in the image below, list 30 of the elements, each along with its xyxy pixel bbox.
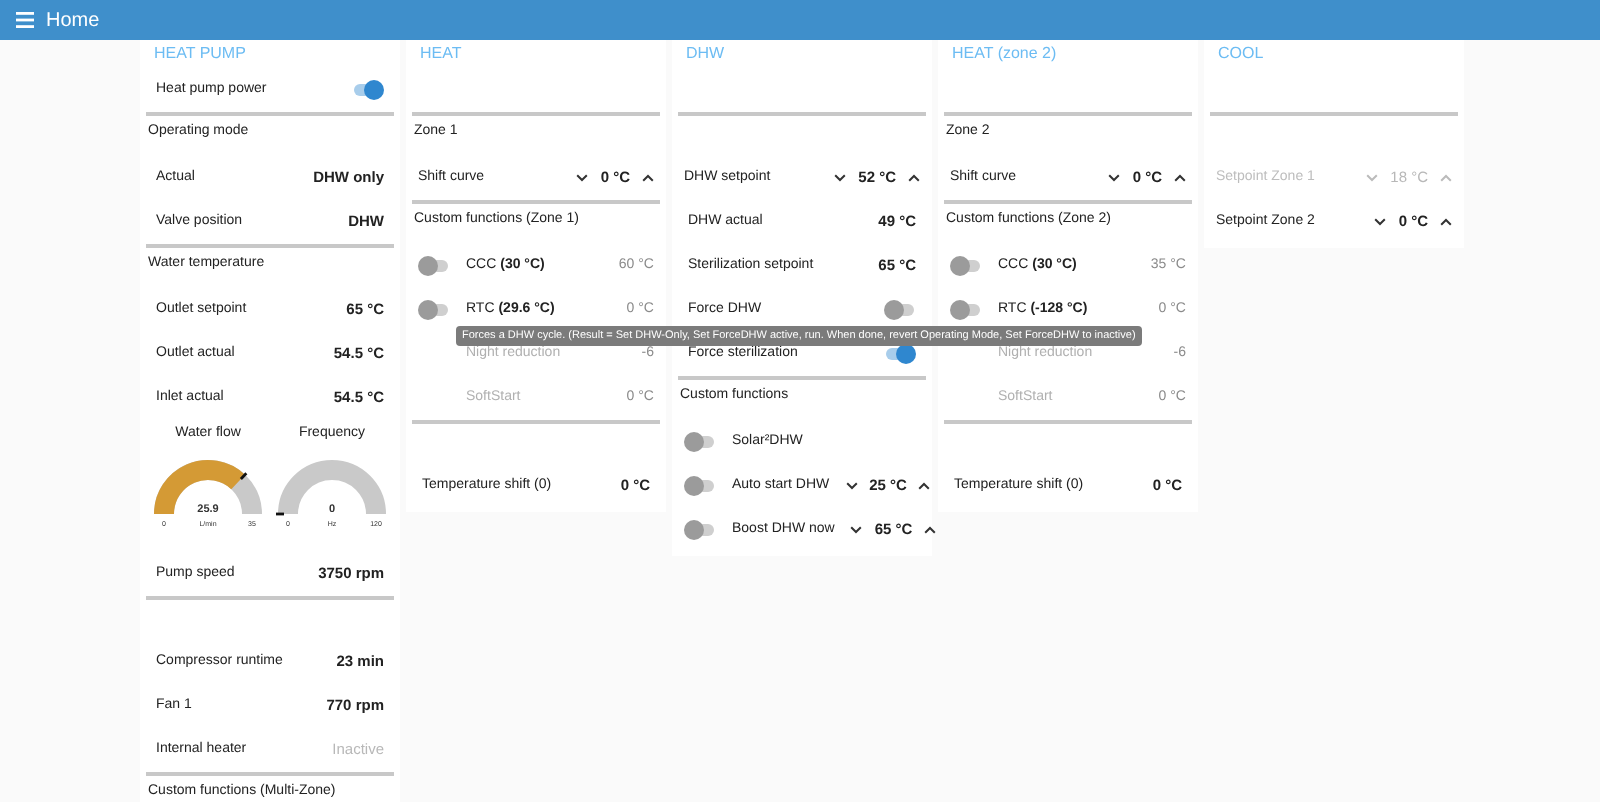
- chevron-up-icon[interactable]: [1440, 218, 1452, 226]
- toggle-switch[interactable]: [684, 520, 716, 540]
- card-title: HEAT PUMP: [154, 42, 246, 66]
- toggle-switch[interactable]: [684, 432, 716, 452]
- chevron-up-icon[interactable]: [918, 482, 931, 490]
- toggle-switch[interactable]: [684, 476, 716, 496]
- toggle-switch[interactable]: [352, 80, 384, 100]
- chevron-down-icon[interactable]: [1108, 174, 1121, 182]
- toggle-switch[interactable]: [950, 256, 982, 276]
- gauge-track: [154, 459, 262, 514]
- chevron-up-icon[interactable]: [924, 526, 937, 534]
- toggle-switch[interactable]: [884, 300, 916, 320]
- chevron-down-icon[interactable]: [834, 174, 847, 182]
- toggle-switch[interactable]: [950, 300, 982, 320]
- menu-icon[interactable]: [16, 12, 34, 28]
- gauge-track: [278, 459, 386, 514]
- chevron-down-icon[interactable]: [1374, 218, 1387, 226]
- chevron-down-icon[interactable]: [850, 526, 863, 534]
- card-title: HEAT (zone 2): [952, 42, 1057, 66]
- toggle-switch[interactable]: [418, 256, 450, 276]
- chevron-up-icon[interactable]: [1174, 174, 1186, 182]
- toggle-switch[interactable]: [418, 300, 450, 320]
- card-title: DHW: [686, 42, 725, 66]
- page-title: Home: [46, 7, 100, 35]
- chevron-down-icon[interactable]: [576, 174, 589, 182]
- chevron-up-icon[interactable]: [642, 174, 654, 182]
- card-title: COOL: [1218, 42, 1264, 66]
- chevron-down-icon[interactable]: [845, 482, 858, 490]
- chevron-up-icon[interactable]: [908, 174, 920, 182]
- card-title: HEAT: [420, 42, 462, 66]
